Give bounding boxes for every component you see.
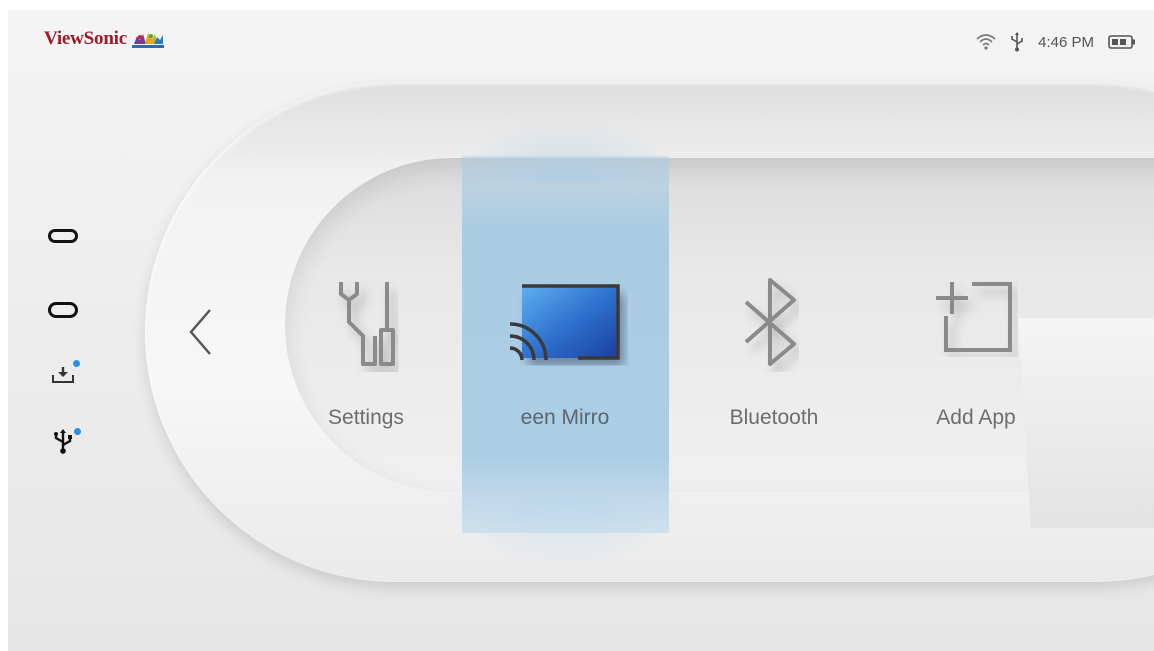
viewsonic-logo: ViewSonic <box>44 28 165 50</box>
screen-mirroring-icon <box>509 284 620 361</box>
app-label: Bluetooth <box>729 406 819 429</box>
connected-indicator <box>74 428 81 435</box>
battery-icon <box>1108 35 1135 49</box>
bluetooth-icon <box>744 278 796 366</box>
birds-logo-icon <box>132 33 164 48</box>
connected-indicator <box>73 360 80 367</box>
source-usb-c[interactable] <box>46 298 80 322</box>
settings-tools-icon <box>339 282 395 366</box>
source-usb[interactable] <box>46 428 81 454</box>
download-tray-icon <box>52 367 74 383</box>
add-app-icon <box>936 282 1012 352</box>
usb-c-port-icon <box>48 302 78 318</box>
brand-name: ViewSonic <box>44 28 127 49</box>
usb-icon <box>1011 32 1023 52</box>
hdmi-port-icon <box>48 229 78 243</box>
source-hdmi[interactable] <box>46 224 80 248</box>
source-download[interactable] <box>46 360 80 386</box>
chevron-left-icon[interactable] <box>186 306 214 358</box>
app-tile-screen-mirroring[interactable]: een Mirro <box>465 272 665 429</box>
launcher-screen: ViewSonic 4:46 PM Settings een Mirro Blu… <box>8 10 1154 651</box>
app-tile-add-app[interactable]: Add App <box>876 272 1076 429</box>
clock-time: 4:46 PM <box>1038 33 1094 51</box>
app-label: Settings <box>328 406 404 429</box>
usb-icon <box>54 429 72 454</box>
status-bar: 4:46 PM <box>976 32 1136 52</box>
app-label: een Mirro <box>520 406 610 429</box>
app-label: Add App <box>936 406 1016 429</box>
app-tile-settings[interactable]: Settings <box>266 272 466 429</box>
app-tile-bluetooth[interactable]: Bluetooth <box>674 272 874 429</box>
wifi-icon <box>976 34 996 50</box>
